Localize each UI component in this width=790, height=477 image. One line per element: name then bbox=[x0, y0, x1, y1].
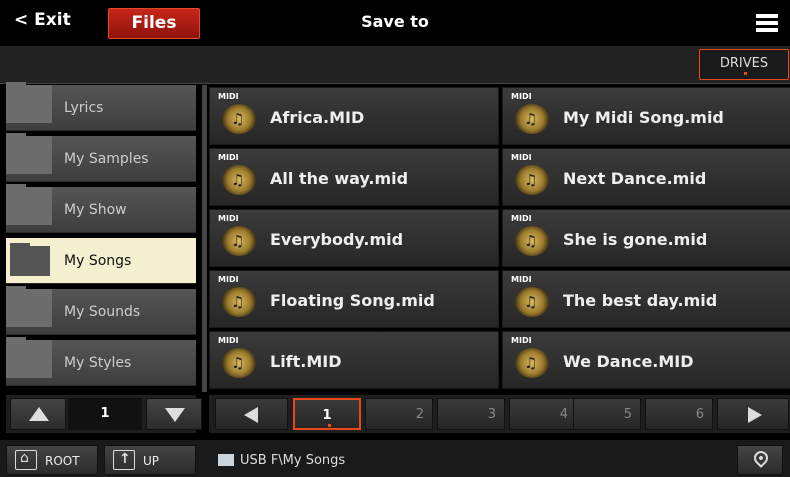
footer-bar: ROOT UP USB F\My Songs bbox=[0, 440, 790, 477]
scroll-down-button[interactable] bbox=[146, 398, 202, 430]
folder-icon bbox=[6, 82, 52, 123]
folder-icon bbox=[10, 243, 50, 276]
midi-tag: MIDI bbox=[218, 336, 239, 345]
file-grid: MIDI ♫ Africa.MID MIDI ♫ My Midi Song.mid … bbox=[209, 87, 790, 389]
file-name: Lift.MID bbox=[270, 352, 342, 371]
folder-icon bbox=[218, 454, 234, 466]
file-item[interactable]: MIDI ♫ The best day.mid bbox=[502, 270, 790, 328]
drives-button-label: DRIVES bbox=[719, 56, 769, 71]
location-pin-icon bbox=[751, 448, 771, 468]
folder-item[interactable]: Lyrics bbox=[6, 82, 196, 131]
files-tab[interactable]: Files bbox=[108, 8, 200, 39]
file-item[interactable]: MIDI ♫ Floating Song.mid bbox=[209, 270, 499, 328]
hamburger-menu-icon[interactable] bbox=[756, 14, 778, 32]
page-title: Save to bbox=[361, 12, 429, 31]
up-button[interactable]: UP bbox=[104, 445, 196, 475]
root-label: ROOT bbox=[45, 454, 80, 468]
drives-button[interactable]: DRIVES bbox=[699, 49, 789, 80]
file-name: We Dance.MID bbox=[563, 352, 694, 371]
prev-page-button[interactable] bbox=[215, 398, 288, 430]
file-name: My Midi Song.mid bbox=[563, 108, 724, 127]
midi-file-icon: MIDI ♫ bbox=[216, 275, 264, 323]
midi-tag: MIDI bbox=[218, 275, 239, 284]
midi-file-icon: MIDI ♫ bbox=[216, 336, 264, 384]
midi-file-icon: MIDI ♫ bbox=[216, 92, 264, 140]
arrow-up-icon bbox=[29, 407, 49, 421]
midi-tag: MIDI bbox=[511, 214, 532, 223]
folder-icon bbox=[6, 286, 52, 327]
midi-tag: MIDI bbox=[511, 275, 532, 284]
midi-file-icon: MIDI ♫ bbox=[216, 153, 264, 201]
folder-list: Lyrics My Samples My Show My Songs My So… bbox=[6, 82, 196, 389]
folder-label: My Samples bbox=[64, 151, 149, 167]
folder-label: My Show bbox=[64, 202, 127, 218]
file-item[interactable]: MIDI ♫ All the way.mid bbox=[209, 148, 499, 206]
midi-file-icon: MIDI ♫ bbox=[216, 214, 264, 262]
folder-item[interactable]: My Show bbox=[6, 184, 196, 233]
arrow-right-icon bbox=[748, 407, 762, 423]
file-item[interactable]: MIDI ♫ Lift.MID bbox=[209, 331, 499, 389]
folder-icon bbox=[6, 184, 52, 225]
folder-icon bbox=[6, 133, 52, 174]
folder-item[interactable]: My Sounds bbox=[6, 286, 196, 335]
folder-item[interactable]: My Samples bbox=[6, 133, 196, 182]
arrow-down-icon bbox=[165, 408, 185, 422]
arrow-left-icon bbox=[244, 407, 258, 423]
page-button-active[interactable]: 1 bbox=[293, 398, 361, 430]
file-name: The best day.mid bbox=[563, 291, 718, 310]
selection-dot bbox=[744, 72, 747, 75]
page-number: 1 bbox=[322, 408, 332, 423]
page-button[interactable]: 6 bbox=[645, 398, 713, 430]
midi-tag: MIDI bbox=[511, 153, 532, 162]
exit-button[interactable]: < Exit bbox=[14, 10, 71, 30]
midi-tag: MIDI bbox=[218, 214, 239, 223]
page-button[interactable]: 5 bbox=[573, 398, 641, 430]
file-name: All the way.mid bbox=[270, 169, 409, 188]
file-item[interactable]: MIDI ♫ She is gone.mid bbox=[502, 209, 790, 267]
page-button[interactable]: 3 bbox=[437, 398, 505, 430]
midi-tag: MIDI bbox=[218, 153, 239, 162]
folder-label: Lyrics bbox=[64, 100, 104, 116]
page-button[interactable]: 2 bbox=[365, 398, 433, 430]
midi-file-icon: MIDI ♫ bbox=[509, 92, 557, 140]
scroll-up-button[interactable] bbox=[10, 398, 66, 430]
pane-divider[interactable] bbox=[202, 85, 207, 392]
folder-page-stepper: 1 bbox=[6, 395, 202, 433]
file-item[interactable]: MIDI ♫ My Midi Song.mid bbox=[502, 87, 790, 145]
file-name: Floating Song.mid bbox=[270, 291, 435, 310]
folder-page-number: 1 bbox=[68, 398, 142, 430]
file-item[interactable]: MIDI ♫ Next Dance.mid bbox=[502, 148, 790, 206]
folder-icon bbox=[6, 337, 52, 378]
up-label: UP bbox=[143, 454, 160, 468]
file-name: Africa.MID bbox=[270, 108, 365, 127]
file-item[interactable]: MIDI ♫ Everybody.mid bbox=[209, 209, 499, 267]
root-button[interactable]: ROOT bbox=[6, 445, 98, 475]
next-page-button[interactable] bbox=[717, 398, 789, 430]
file-name: She is gone.mid bbox=[563, 230, 708, 249]
folder-label: My Sounds bbox=[64, 304, 141, 320]
folder-up-icon bbox=[113, 450, 135, 470]
current-path: USB F\My Songs bbox=[240, 453, 346, 468]
home-icon bbox=[15, 450, 37, 470]
midi-tag: MIDI bbox=[511, 336, 532, 345]
midi-tag: MIDI bbox=[218, 92, 239, 101]
midi-file-icon: MIDI ♫ bbox=[509, 336, 557, 384]
midi-file-icon: MIDI ♫ bbox=[509, 275, 557, 323]
midi-file-icon: MIDI ♫ bbox=[509, 153, 557, 201]
file-name: Everybody.mid bbox=[270, 230, 404, 249]
file-name: Next Dance.mid bbox=[563, 169, 707, 188]
top-bar: < Exit Files Save to bbox=[0, 0, 790, 45]
folder-label: My Songs bbox=[64, 253, 132, 269]
file-pager: 1 2 3 4 5 6 bbox=[209, 395, 790, 433]
drives-bar: DRIVES bbox=[0, 46, 790, 84]
folder-label: My Styles bbox=[64, 355, 132, 371]
midi-file-icon: MIDI ♫ bbox=[509, 214, 557, 262]
location-button[interactable] bbox=[737, 445, 783, 475]
page-button[interactable]: 4 bbox=[509, 398, 577, 430]
folder-item-selected[interactable]: My Songs bbox=[6, 238, 196, 284]
file-item[interactable]: MIDI ♫ Africa.MID bbox=[209, 87, 499, 145]
folder-item[interactable]: My Styles bbox=[6, 337, 196, 386]
file-item[interactable]: MIDI ♫ We Dance.MID bbox=[502, 331, 790, 389]
midi-tag: MIDI bbox=[511, 92, 532, 101]
